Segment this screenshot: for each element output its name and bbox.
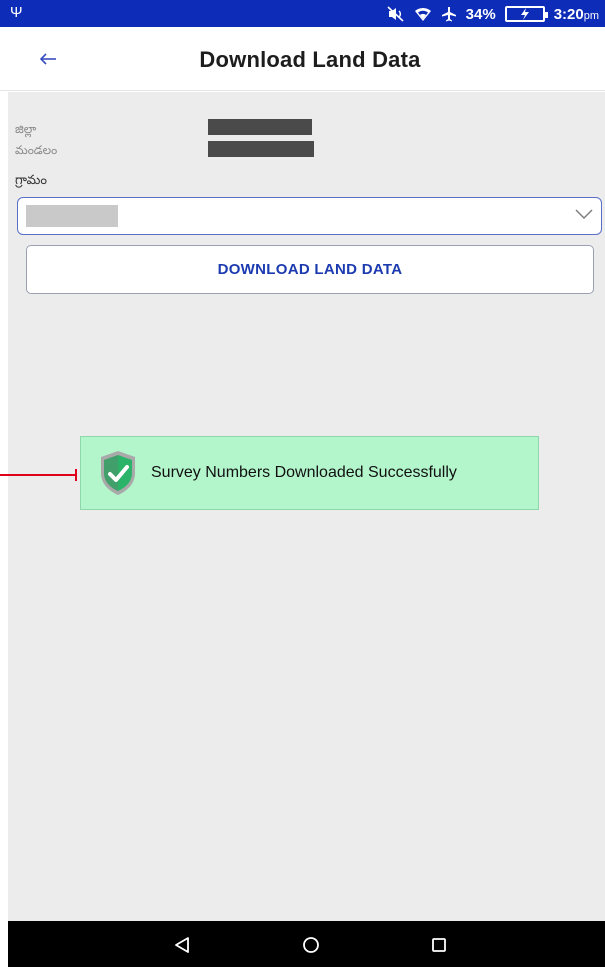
download-land-data-button[interactable]: DOWNLOAD LAND DATA xyxy=(26,245,594,294)
page-title: Download Land Data xyxy=(199,47,421,72)
district-label: జిల్లా xyxy=(15,122,37,136)
main-content: జిల్లా మండలం గ్రామం DOWNLOAD LAND DATA S… xyxy=(8,92,605,921)
success-toast: Survey Numbers Downloaded Successfully xyxy=(80,436,539,510)
mandal-value-redacted xyxy=(208,141,314,157)
usb-icon: Ψ xyxy=(10,4,23,21)
nav-recents-icon xyxy=(432,938,446,952)
airplane-icon xyxy=(441,6,457,22)
status-bar: Ψ 34% 3:20pm xyxy=(0,0,605,27)
clock: 3:20pm xyxy=(554,6,599,23)
clock-time: 3:20 xyxy=(553,5,584,23)
screen: Ψ 34% 3:20pm Download Land Data జిల్లా మ… xyxy=(0,0,605,967)
nav-back-icon xyxy=(175,937,189,953)
toast-message: Survey Numbers Downloaded Successfully xyxy=(151,464,457,481)
wifi-icon xyxy=(414,6,432,22)
shield-check-icon xyxy=(101,451,135,495)
battery-percent: 34% xyxy=(465,5,496,23)
village-label: గ్రామం xyxy=(15,172,47,187)
nav-back-button[interactable] xyxy=(171,934,193,956)
battery-charging-icon xyxy=(504,6,548,22)
mandal-label: మండలం xyxy=(15,143,58,157)
nav-recents-button[interactable] xyxy=(428,934,450,956)
district-value-redacted xyxy=(208,119,312,135)
annotation-arrow xyxy=(0,469,77,481)
village-select-value-redacted xyxy=(26,205,118,227)
village-select[interactable] xyxy=(17,197,602,235)
navigation-bar xyxy=(8,921,605,967)
nav-home-button[interactable] xyxy=(300,934,322,956)
app-header: Download Land Data xyxy=(0,27,605,91)
nav-home-icon xyxy=(303,937,319,953)
chevron-down-icon xyxy=(575,209,593,219)
mute-icon xyxy=(387,6,405,22)
clock-ampm: pm xyxy=(583,9,599,22)
status-icons: 34% 3:20pm xyxy=(387,5,599,23)
